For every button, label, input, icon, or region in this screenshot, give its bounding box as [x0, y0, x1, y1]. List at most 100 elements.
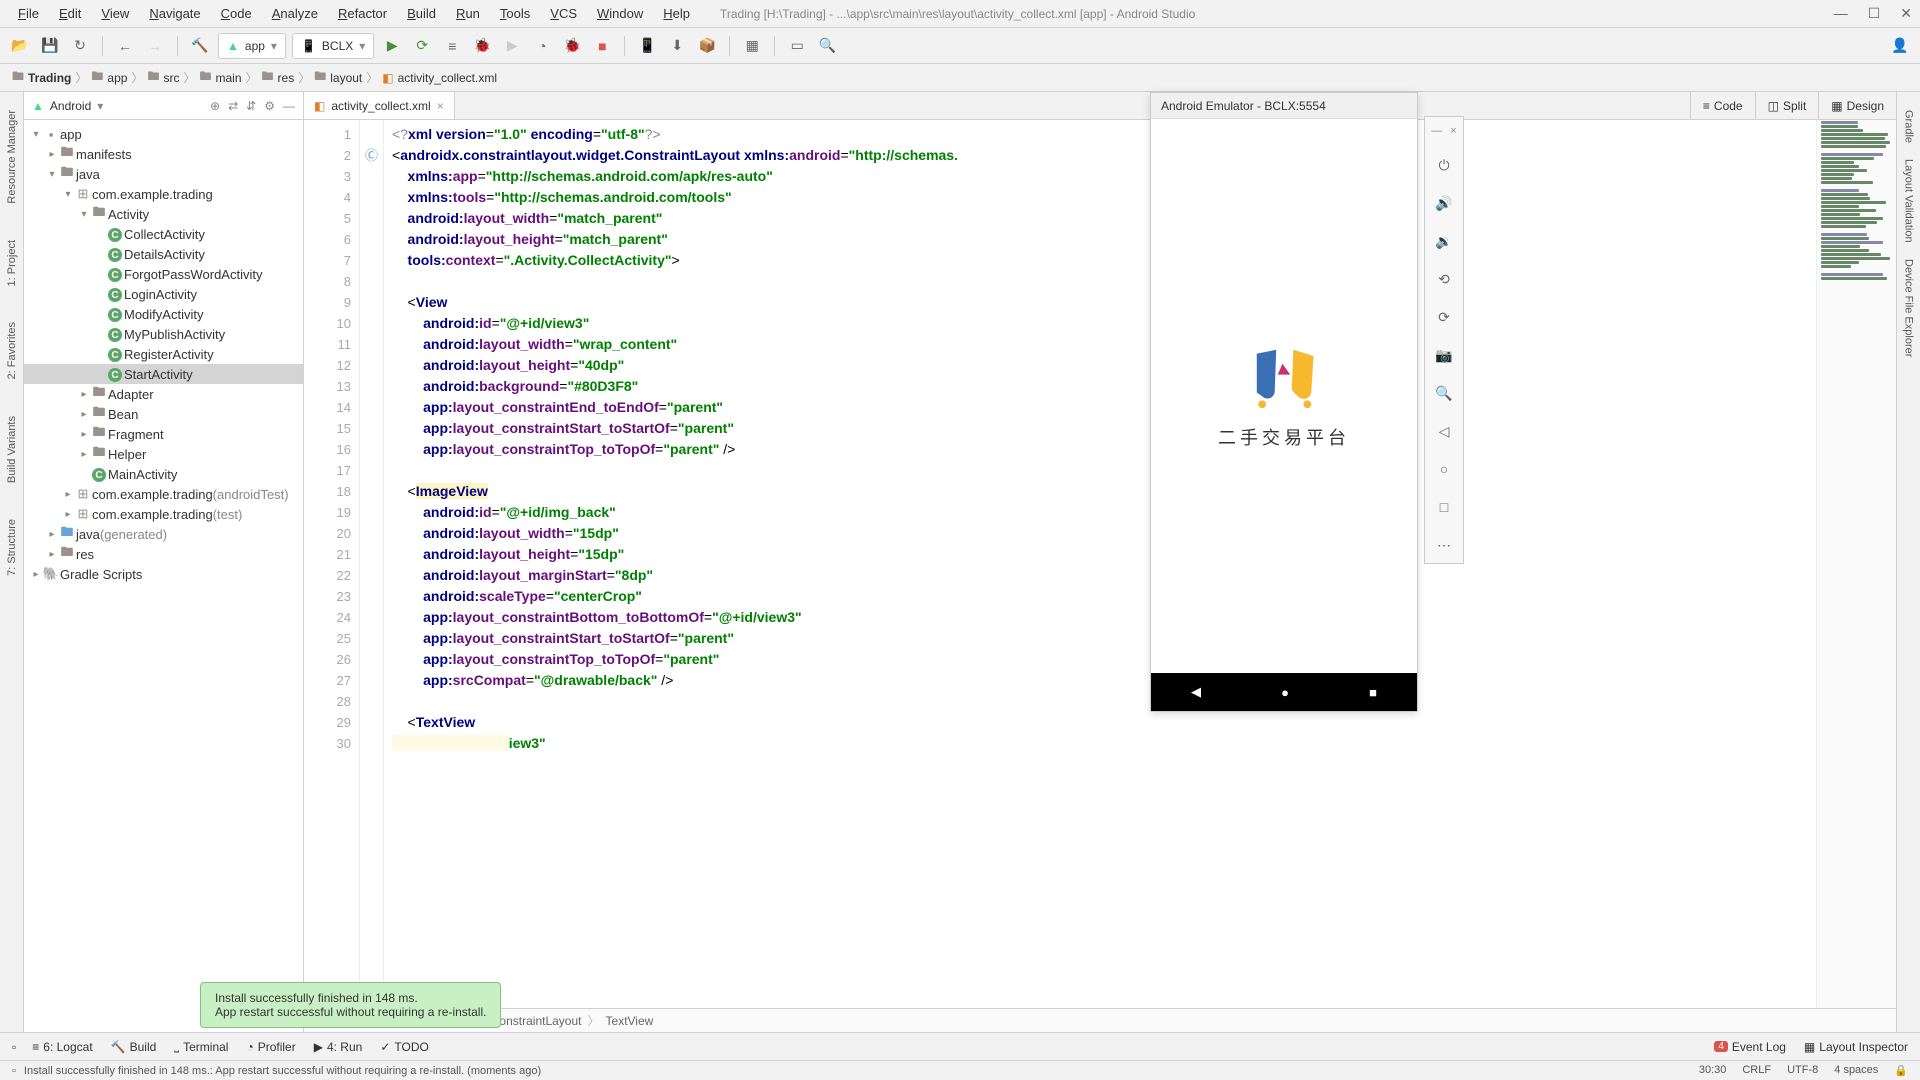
- user-icon[interactable]: 👤: [1888, 34, 1912, 58]
- tree-node[interactable]: CForgotPassWordActivity: [24, 264, 303, 284]
- stop-icon[interactable]: ■: [590, 34, 614, 58]
- minimize-icon[interactable]: —: [1834, 5, 1848, 22]
- power-icon[interactable]: ⏻: [1434, 155, 1454, 175]
- emu-back-icon[interactable]: ◀: [1191, 684, 1201, 700]
- tree-node[interactable]: ▸⊞com.example.trading (androidTest): [24, 484, 303, 504]
- tree-node[interactable]: CStartActivity: [24, 364, 303, 384]
- tree-node[interactable]: CModifyActivity: [24, 304, 303, 324]
- view-code[interactable]: ≡Code: [1690, 92, 1755, 119]
- breadcrumb-item[interactable]: 🖿Trading: [12, 67, 71, 88]
- breadcrumb-item[interactable]: 🖿res: [262, 67, 295, 88]
- editor-tab[interactable]: ◧ activity_collect.xml ×: [304, 92, 455, 119]
- expand-icon[interactable]: ▫: [12, 1065, 16, 1077]
- tree-node[interactable]: ▸🖿manifests: [24, 144, 303, 164]
- target-icon[interactable]: ⊕: [210, 99, 220, 113]
- menu-build[interactable]: Build: [397, 4, 446, 23]
- tool-build-variants[interactable]: Build Variants: [6, 408, 18, 491]
- menu-tools[interactable]: Tools: [490, 4, 540, 23]
- tree-node[interactable]: CLoginActivity: [24, 284, 303, 304]
- overview-nav-icon[interactable]: □: [1434, 497, 1454, 517]
- view-split[interactable]: ◫Split: [1755, 92, 1819, 119]
- menu-navigate[interactable]: Navigate: [139, 4, 210, 23]
- breadcrumb-item[interactable]: 🖿app: [91, 67, 127, 88]
- bottom-terminal[interactable]: ⎵Terminal: [174, 1039, 228, 1054]
- editor-breadcrumb-item[interactable]: TextView: [606, 1014, 654, 1028]
- tool----favorites[interactable]: 2: Favorites: [6, 314, 18, 387]
- bottom-build[interactable]: 🔨Build: [111, 1039, 157, 1054]
- tool-resource-manager[interactable]: Resource Manager: [6, 102, 18, 212]
- breadcrumb-item[interactable]: ◧activity_collect.xml: [382, 71, 497, 85]
- profile-icon[interactable]: ◔: [530, 34, 554, 58]
- home-nav-icon[interactable]: ○: [1434, 459, 1454, 479]
- menu-vcs[interactable]: VCS: [540, 4, 587, 23]
- volume-up-icon[interactable]: 🔊: [1434, 193, 1454, 213]
- back-nav-icon[interactable]: ◁: [1434, 421, 1454, 441]
- avd-icon[interactable]: 📱: [635, 34, 659, 58]
- tree-node[interactable]: CMainActivity: [24, 464, 303, 484]
- emu-minimize-icon[interactable]: —: [1431, 125, 1442, 137]
- minimap[interactable]: [1816, 120, 1896, 1008]
- debug-icon[interactable]: 🐞: [470, 34, 494, 58]
- emu-recents-icon[interactable]: ■: [1369, 685, 1377, 700]
- run-config-dropdown[interactable]: ▲ app ▾: [218, 33, 286, 59]
- rotate-left-icon[interactable]: ⟲: [1434, 269, 1454, 289]
- close-tab-icon[interactable]: ×: [437, 99, 444, 113]
- editor-breadcrumb[interactable]: androidx.constraintlayout.widget.Constra…: [304, 1008, 1896, 1032]
- attach-debugger-icon[interactable]: 🐞: [560, 34, 584, 58]
- tree-node[interactable]: CMyPublishActivity: [24, 324, 303, 344]
- back-icon[interactable]: ←: [113, 34, 137, 58]
- menu-help[interactable]: Help: [653, 4, 700, 23]
- tree-node[interactable]: CRegisterActivity: [24, 344, 303, 364]
- tree-node[interactable]: ▾⊞com.example.trading: [24, 184, 303, 204]
- tool----project[interactable]: 1: Project: [6, 232, 18, 294]
- bottom-todo[interactable]: ✓TODO: [380, 1039, 429, 1054]
- menu-refactor[interactable]: Refactor: [328, 4, 397, 23]
- emu-home-icon[interactable]: ●: [1281, 685, 1289, 700]
- emulator-navbar[interactable]: ◀ ● ■: [1151, 673, 1417, 711]
- expand-icon[interactable]: ⇄: [228, 99, 238, 113]
- zoom-icon[interactable]: 🔍: [1434, 383, 1454, 403]
- breadcrumb-item[interactable]: 🖿src: [147, 67, 179, 88]
- forward-icon[interactable]: →: [143, 34, 167, 58]
- tree-node[interactable]: ▸🖿Helper: [24, 444, 303, 464]
- breadcrumb-item[interactable]: 🖿layout: [314, 67, 362, 88]
- bottom----logcat[interactable]: ≡6: Logcat: [32, 1039, 92, 1054]
- tree-node[interactable]: ▾🖿Activity: [24, 204, 303, 224]
- emu-close-icon[interactable]: ×: [1450, 125, 1456, 137]
- tool----structure[interactable]: 7: Structure: [6, 511, 18, 584]
- tree-node[interactable]: ▾🖿java: [24, 164, 303, 184]
- tool-layout-validation[interactable]: Layout Validation: [1903, 151, 1915, 251]
- apply-changes-icon[interactable]: ⟳: [410, 34, 434, 58]
- tree-node[interactable]: ▸🐘Gradle Scripts: [24, 564, 303, 584]
- tool-gradle[interactable]: Gradle: [1903, 102, 1915, 151]
- project-view-selector[interactable]: Android: [50, 99, 91, 113]
- breadcrumb-item[interactable]: 🖿main: [199, 67, 241, 88]
- tree-node[interactable]: ▸⊞com.example.trading (test): [24, 504, 303, 524]
- camera-icon[interactable]: 📷: [1434, 345, 1454, 365]
- volume-down-icon[interactable]: 🔉: [1434, 231, 1454, 251]
- project-structure-icon[interactable]: ▦: [740, 34, 764, 58]
- save-icon[interactable]: 💾: [38, 34, 62, 58]
- hide-icon[interactable]: —: [283, 99, 295, 113]
- tree-node[interactable]: CCollectActivity: [24, 224, 303, 244]
- tree-node[interactable]: ▸🖿java (generated): [24, 524, 303, 544]
- menu-analyze[interactable]: Analyze: [262, 4, 328, 23]
- collapse-icon[interactable]: ⇵: [246, 99, 256, 113]
- view-design[interactable]: ▦Design: [1818, 92, 1896, 119]
- open-icon[interactable]: 📂: [8, 34, 32, 58]
- file-encoding[interactable]: UTF-8: [1787, 1064, 1818, 1077]
- menu-window[interactable]: Window: [587, 4, 653, 23]
- gear-icon[interactable]: ⚙: [264, 99, 275, 113]
- expand-icon[interactable]: ▫: [12, 1040, 16, 1054]
- maximize-icon[interactable]: ☐: [1868, 5, 1881, 22]
- code-editor[interactable]: <?xml version="1.0" encoding="utf-8"?><a…: [384, 120, 1816, 1008]
- tree-node[interactable]: ▸🖿Fragment: [24, 424, 303, 444]
- bottom-profiler[interactable]: ◔Profiler: [246, 1039, 295, 1054]
- lock-icon[interactable]: 🔒: [1894, 1064, 1908, 1077]
- build-icon[interactable]: 🔨: [188, 34, 212, 58]
- project-tree[interactable]: ▾▪app▸🖿manifests▾🖿java▾⊞com.example.trad…: [24, 120, 303, 1032]
- more-icon[interactable]: ⋯: [1434, 535, 1454, 555]
- search-icon[interactable]: 🔍: [815, 34, 839, 58]
- coverage-icon[interactable]: ▶: [500, 34, 524, 58]
- tree-node[interactable]: ▸🖿res: [24, 544, 303, 564]
